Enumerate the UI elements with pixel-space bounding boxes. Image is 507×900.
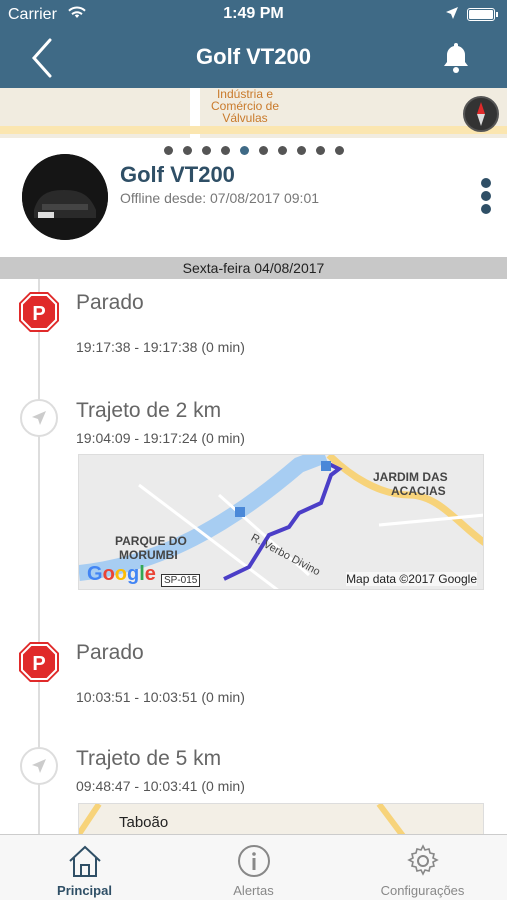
location-arrow-icon bbox=[445, 6, 459, 25]
stop-sign-icon: P bbox=[19, 642, 59, 682]
map-label: JARDIM DAS bbox=[373, 470, 448, 484]
map-label: MORUMBI bbox=[119, 548, 178, 562]
page-dot[interactable] bbox=[277, 146, 287, 155]
event-time: 10:03:51 - 10:03:51 (0 min) bbox=[76, 689, 245, 705]
status-bar: Carrier 1:49 PM bbox=[0, 0, 507, 30]
page-dot[interactable] bbox=[334, 146, 344, 155]
bell-icon bbox=[444, 43, 468, 73]
road-shield: SP-015 bbox=[161, 574, 201, 587]
tab-label: Alertas bbox=[233, 883, 274, 898]
tab-alertas[interactable]: Alertas bbox=[169, 835, 338, 900]
vehicle-card[interactable]: Golf VT200 Offline desde: 07/08/2017 09:… bbox=[0, 140, 507, 256]
google-logo: Google bbox=[87, 563, 156, 585]
map-background[interactable]: Indústria e Comércio de Válvulas bbox=[0, 88, 507, 138]
event-title: Parado bbox=[76, 641, 144, 664]
page-indicator[interactable] bbox=[0, 142, 507, 156]
page-dot[interactable] bbox=[201, 146, 211, 155]
tab-label: Configurações bbox=[380, 883, 465, 898]
info-icon bbox=[238, 845, 270, 877]
timeline-list[interactable]: P Parado 19:17:38 - 19:17:38 (0 min) Tra… bbox=[0, 279, 507, 834]
tab-label: Principal bbox=[57, 883, 112, 898]
map-credit: Map data ©2017 Google bbox=[346, 572, 477, 586]
page-title: Golf VT200 bbox=[196, 44, 311, 69]
navigation-bar: Golf VT200 bbox=[0, 30, 507, 88]
page-dot[interactable] bbox=[296, 146, 306, 155]
more-options-icon[interactable] bbox=[481, 178, 493, 218]
svg-text:P: P bbox=[32, 653, 45, 675]
page-dot[interactable] bbox=[239, 146, 249, 155]
navigation-arrow-icon bbox=[20, 399, 58, 437]
home-icon bbox=[69, 845, 101, 877]
map-road bbox=[0, 126, 507, 134]
event-title: Trajeto de 5 km bbox=[76, 747, 222, 770]
page-dot[interactable] bbox=[220, 146, 230, 155]
vehicle-avatar bbox=[22, 154, 108, 240]
event-title: Trajeto de 2 km bbox=[76, 399, 222, 422]
page-dot[interactable] bbox=[182, 146, 192, 155]
vehicle-name: Golf VT200 bbox=[120, 162, 235, 187]
tab-bar: Principal Alertas Configurações bbox=[0, 834, 507, 900]
compass-button[interactable] bbox=[463, 96, 499, 132]
battery-icon bbox=[467, 8, 498, 21]
route-map-thumbnail[interactable]: JARDIM DAS ACACIAS PARQUE DO MORUMBI R. … bbox=[78, 454, 484, 590]
map-label: Taboão bbox=[119, 814, 169, 831]
compass-icon bbox=[477, 102, 485, 126]
route-map-thumbnail[interactable]: Taboão bbox=[78, 803, 484, 834]
map-label: ACACIAS bbox=[391, 484, 446, 498]
page-dot[interactable] bbox=[163, 146, 173, 155]
event-time: 09:48:47 - 10:03:41 (0 min) bbox=[76, 778, 245, 794]
tab-principal[interactable]: Principal bbox=[0, 835, 169, 900]
day-header: Sexta-feira 04/08/2017 bbox=[0, 257, 507, 279]
vehicle-status: Offline desde: 07/08/2017 09:01 bbox=[120, 190, 320, 206]
app-screen: Carrier 1:49 PM Golf VT200 Indústria e C… bbox=[0, 0, 507, 900]
page-dot[interactable] bbox=[258, 146, 268, 155]
event-time: 19:17:38 - 19:17:38 (0 min) bbox=[76, 339, 245, 355]
stop-sign-icon: P bbox=[19, 292, 59, 332]
map-label: PARQUE DO bbox=[115, 534, 187, 548]
navigation-arrow-icon bbox=[20, 747, 58, 785]
clock-label: 1:49 PM bbox=[223, 5, 284, 22]
event-time: 19:04:09 - 19:17:24 (0 min) bbox=[76, 430, 245, 446]
alerts-button[interactable] bbox=[441, 40, 477, 76]
map-place-label: Indústria e Comércio de Válvulas bbox=[210, 88, 280, 125]
gear-icon bbox=[407, 844, 439, 876]
svg-text:P: P bbox=[32, 303, 45, 325]
page-dot[interactable] bbox=[315, 146, 325, 155]
tab-configuracoes[interactable]: Configurações bbox=[338, 835, 507, 900]
event-title: Parado bbox=[76, 291, 144, 314]
